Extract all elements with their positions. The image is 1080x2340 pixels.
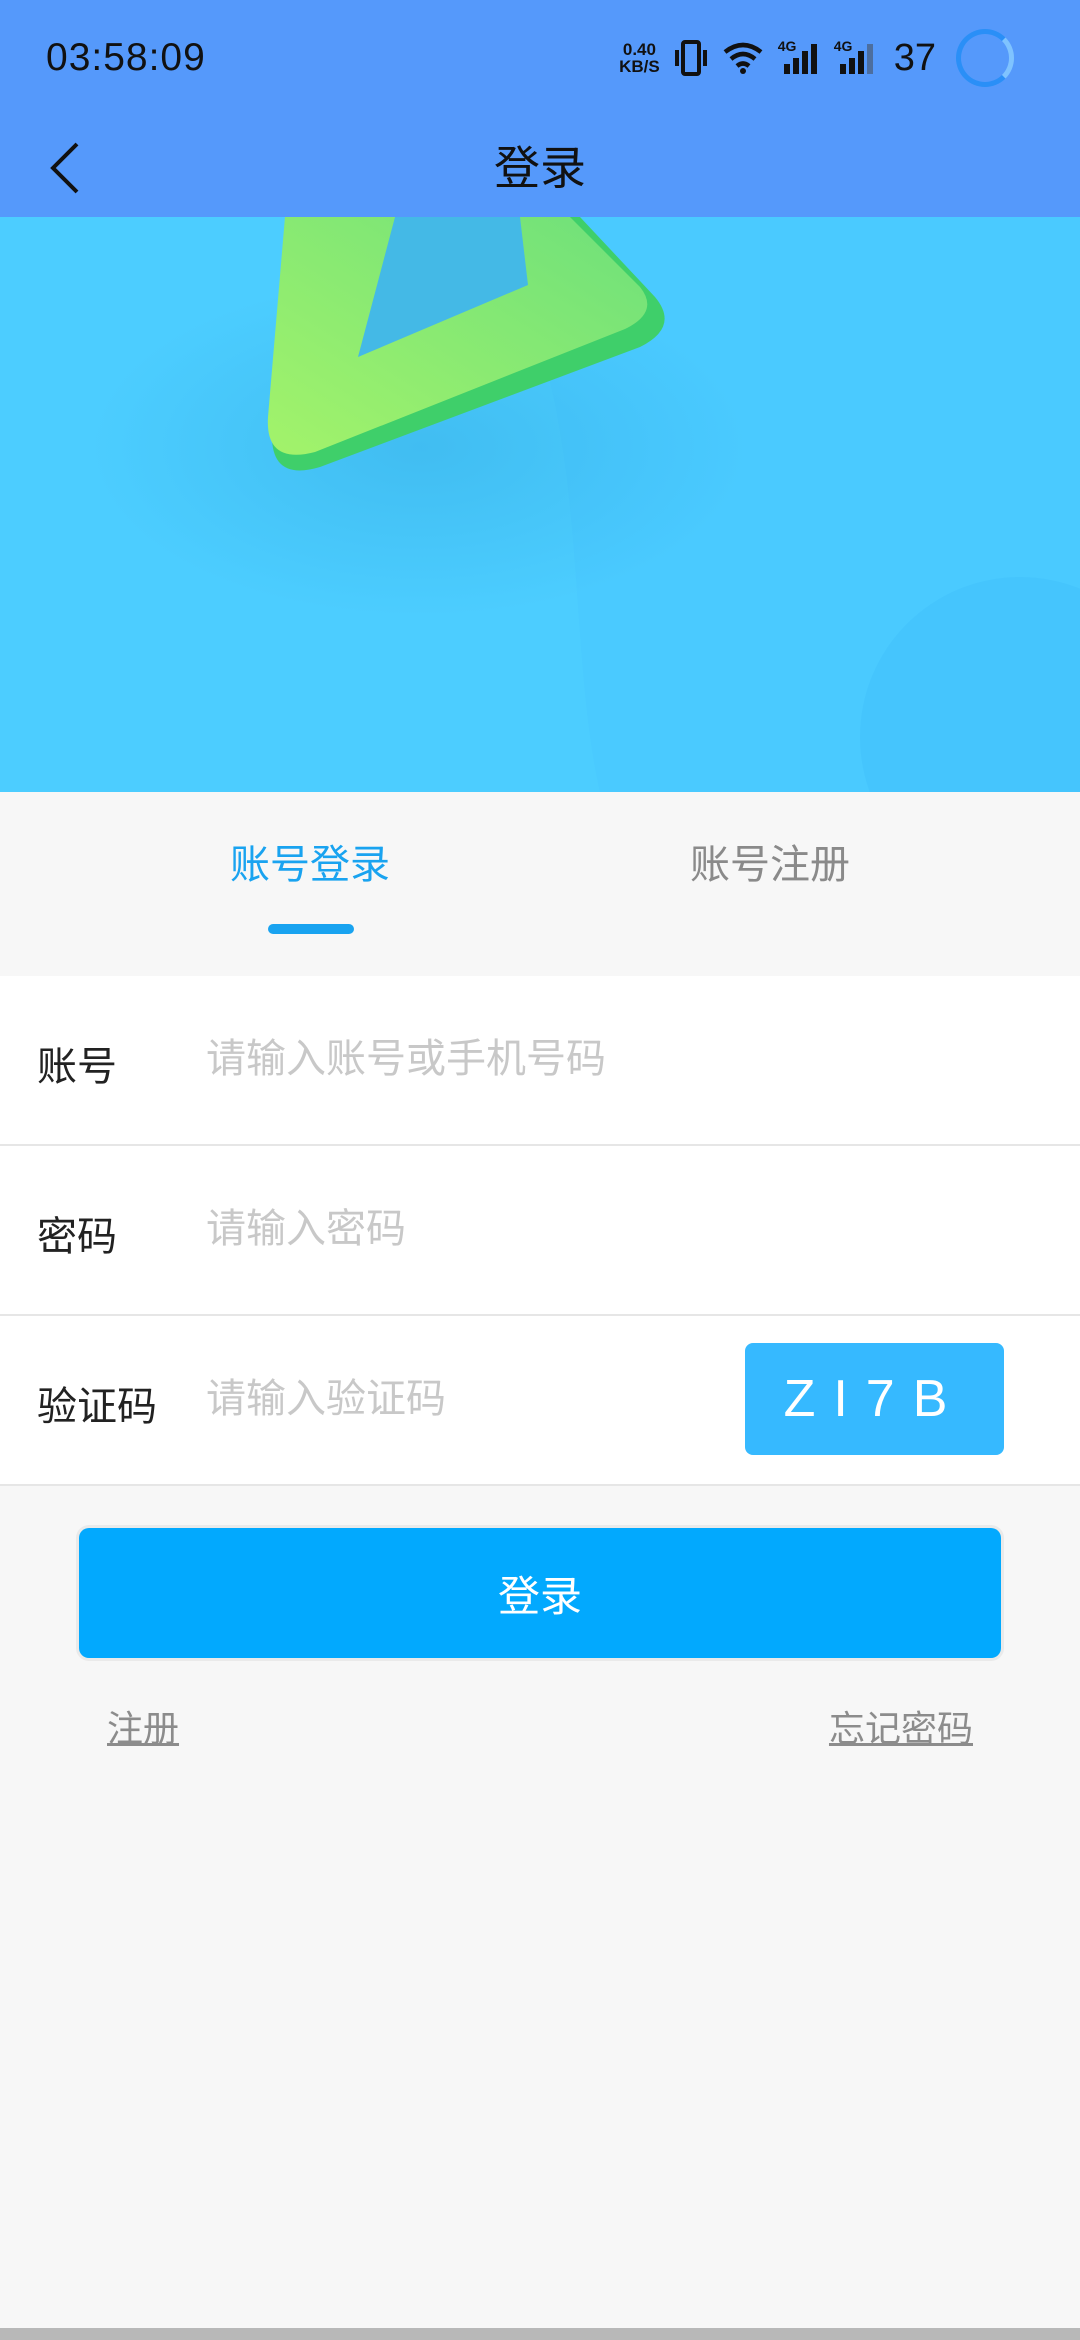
banner-image xyxy=(0,217,1080,792)
app-header: 登录 xyxy=(0,120,1080,217)
account-row: 账号 xyxy=(0,976,1080,1146)
forgot-password-link[interactable]: 忘记密码 xyxy=(829,1700,973,1752)
password-row: 密码 xyxy=(0,1146,1080,1316)
gesture-bar xyxy=(0,2328,1080,2340)
vibrate-icon xyxy=(674,40,707,76)
status-bar: 03:58:09 0.40 KB/S 4G 4G 37 xyxy=(0,0,1080,120)
captcha-image[interactable]: ZI7B xyxy=(745,1343,1004,1455)
network-speed: 0.40 KB/S xyxy=(619,41,660,75)
account-label: 账号 xyxy=(37,1044,117,1090)
battery-ring-icon xyxy=(956,29,1014,87)
status-time: 03:58:09 xyxy=(46,36,206,79)
tab-account-login[interactable]: 账号登录 xyxy=(160,832,460,932)
network-speed-unit: KB/S xyxy=(619,57,660,76)
cell-signal-icon-2 xyxy=(839,44,873,74)
signal-1: 4G xyxy=(778,38,820,78)
battery-level: 37 xyxy=(893,36,936,79)
play-triangle-logo xyxy=(90,217,1080,792)
cell-signal-icon xyxy=(783,44,817,74)
tab-active-indicator xyxy=(268,924,354,934)
login-form: 账号 密码 验证码 ZI7B xyxy=(0,976,1080,1486)
password-label: 密码 xyxy=(37,1214,117,1260)
login-page: 03:58:09 0.40 KB/S 4G 4G 37 登录 账号登录 账号注册… xyxy=(0,0,1080,2340)
captcha-input[interactable] xyxy=(206,1364,726,1434)
password-input[interactable] xyxy=(206,1194,766,1264)
login-button[interactable]: 登录 xyxy=(79,1528,1001,1658)
page-title: 登录 xyxy=(494,141,586,195)
register-link[interactable]: 注册 xyxy=(107,1700,179,1752)
captcha-row: 验证码 ZI7B xyxy=(0,1316,1080,1486)
signal-2: 4G xyxy=(834,38,876,78)
network-speed-value: 0.40 xyxy=(622,40,656,59)
captcha-label: 验证码 xyxy=(37,1384,157,1430)
account-input[interactable] xyxy=(206,1024,766,1094)
tab-account-register[interactable]: 账号注册 xyxy=(620,832,920,932)
wifi-icon xyxy=(723,42,763,74)
tab-bar: 账号登录 账号注册 xyxy=(0,792,1080,976)
status-icons: 0.40 KB/S 4G 4G 37 xyxy=(619,28,1014,88)
